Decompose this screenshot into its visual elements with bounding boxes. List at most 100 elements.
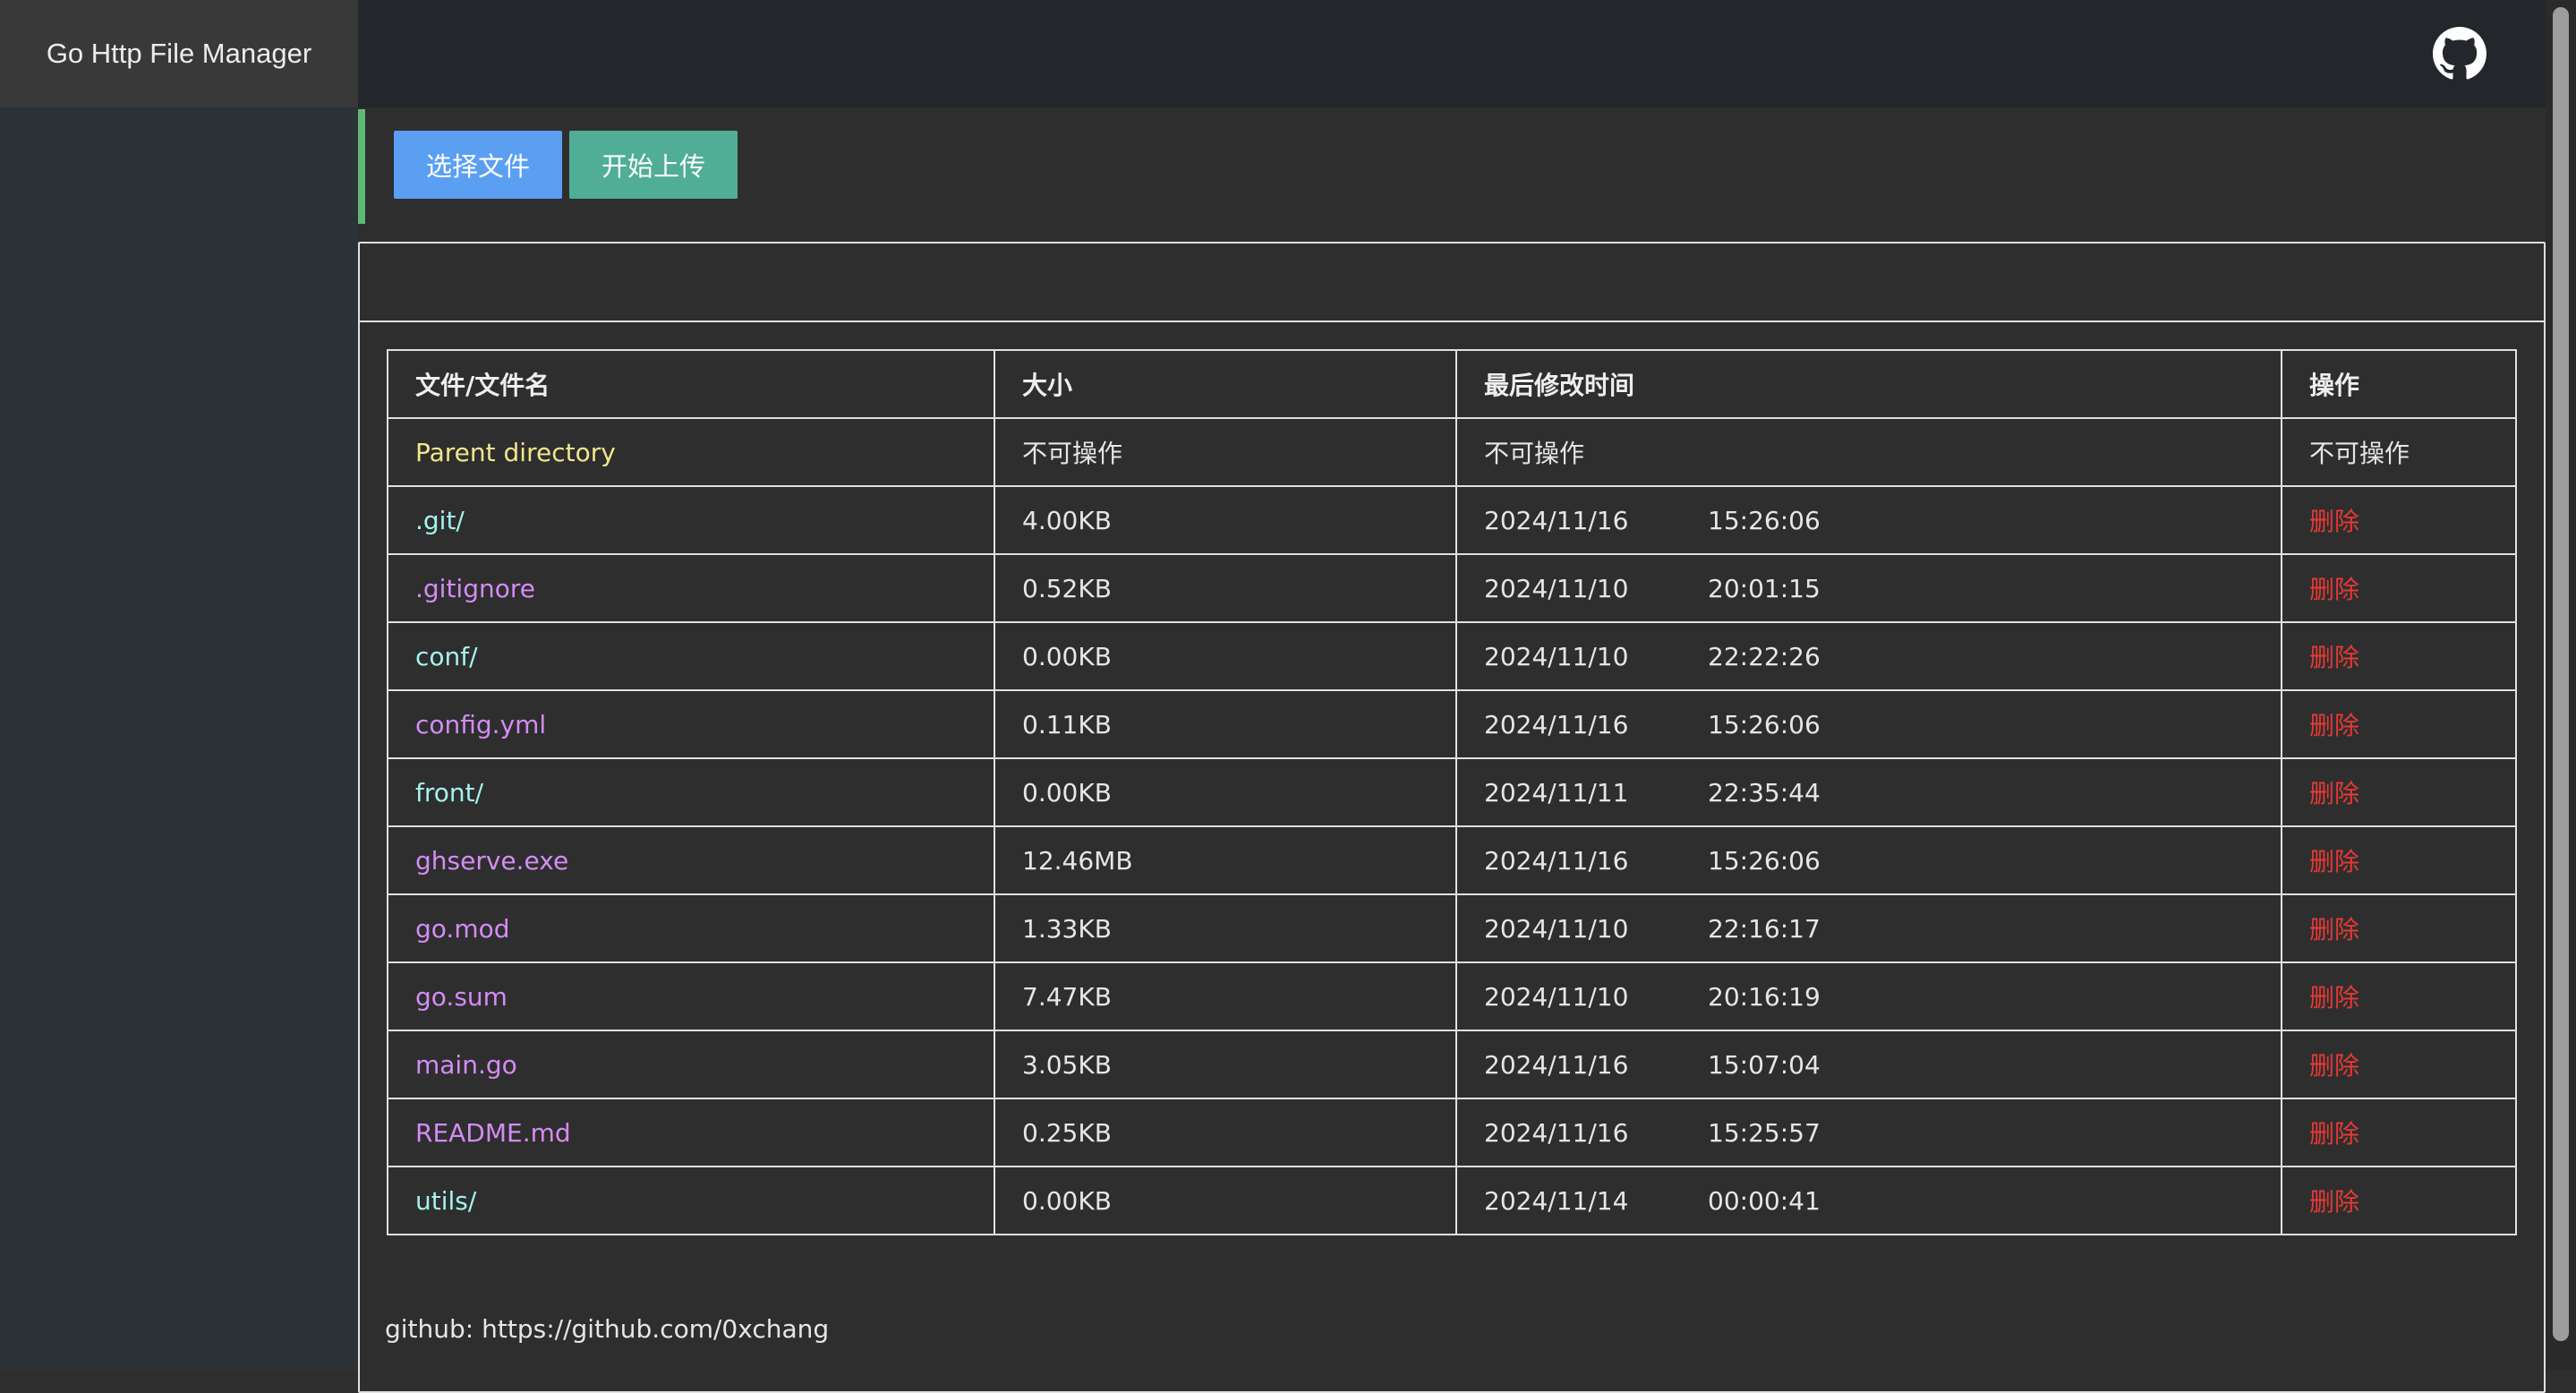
file-modified: 2024/11/16 15:26:06	[1455, 825, 2282, 895]
file-link[interactable]: ghserve.exe	[415, 846, 568, 876]
file-modified: 2024/11/16 15:26:06	[1455, 485, 2282, 555]
file-modified: 2024/11/16 15:07:04	[1455, 1030, 2282, 1099]
file-name[interactable]: .gitignore	[387, 553, 995, 623]
file-size: 不可操作	[994, 417, 1457, 487]
parent-directory-link[interactable]: Parent directory	[415, 438, 616, 467]
sidebar: Go Http File Manager	[0, 0, 358, 1370]
file-name[interactable]: README.md	[387, 1098, 995, 1167]
header-size: 大小	[994, 349, 1457, 419]
app-title[interactable]: Go Http File Manager	[0, 0, 358, 107]
table-row: config.yml 0.11KB 2024/11/16 15:26:06 删除	[387, 689, 2517, 759]
select-file-button[interactable]: 选择文件	[394, 131, 563, 199]
github-icon[interactable]	[2433, 27, 2486, 81]
file-size: 0.11KB	[994, 689, 1457, 759]
file-link[interactable]: go.sum	[415, 982, 508, 1012]
modified-date: 2024/11/16	[1484, 709, 1629, 739]
file-table: 文件/文件名 大小 最后修改时间 操作 Parent directory 不可操…	[387, 349, 2517, 1235]
table-row: go.sum 7.47KB 2024/11/10 20:16:19 删除	[387, 961, 2517, 1031]
scrollbar-thumb[interactable]	[2553, 7, 2569, 1341]
file-action: 删除	[2281, 961, 2517, 1031]
header-modified: 最后修改时间	[1455, 349, 2282, 419]
file-modified: 不可操作	[1455, 417, 2282, 487]
file-link[interactable]: config.yml	[415, 710, 546, 739]
file-name[interactable]: utils/	[387, 1166, 995, 1235]
modified-date: 不可操作	[1484, 439, 1585, 468]
table-header-row: 文件/文件名 大小 最后修改时间 操作	[387, 349, 2517, 419]
file-size: 0.00KB	[994, 757, 1457, 827]
delete-button[interactable]: 删除	[2309, 915, 2359, 944]
file-name[interactable]: .git/	[387, 485, 995, 555]
file-name[interactable]: ghserve.exe	[387, 825, 995, 895]
table-row: utils/ 0.00KB 2024/11/14 00:00:41 删除	[387, 1166, 2517, 1235]
modified-time: 15:26:06	[1708, 505, 1821, 535]
modified-time: 20:01:15	[1708, 573, 1821, 603]
file-size: 0.25KB	[994, 1098, 1457, 1167]
modified-date: 2024/11/16	[1484, 1117, 1629, 1148]
directory-link[interactable]: .git/	[415, 506, 465, 535]
file-modified: 2024/11/16 15:25:57	[1455, 1098, 2282, 1167]
file-name[interactable]: go.mod	[387, 893, 995, 963]
file-size: 0.52KB	[994, 553, 1457, 623]
file-name[interactable]: go.sum	[387, 961, 995, 1031]
table-row: go.mod 1.33KB 2024/11/10 22:16:17 删除	[387, 893, 2517, 963]
delete-button[interactable]: 删除	[2309, 711, 2359, 740]
table-row: .gitignore 0.52KB 2024/11/10 20:01:15 删除	[387, 553, 2517, 623]
file-name[interactable]: config.yml	[387, 689, 995, 759]
file-name[interactable]: Parent directory	[387, 417, 995, 487]
file-action: 删除	[2281, 689, 2517, 759]
table-row: conf/ 0.00KB 2024/11/10 22:22:26 删除	[387, 621, 2517, 691]
file-action: 删除	[2281, 1166, 2517, 1235]
file-modified: 2024/11/10 20:16:19	[1455, 961, 2282, 1031]
file-action: 删除	[2281, 825, 2517, 895]
file-name[interactable]: conf/	[387, 621, 995, 691]
delete-button[interactable]: 删除	[2309, 983, 2359, 1013]
modified-time: 15:26:06	[1708, 845, 1821, 876]
file-action: 删除	[2281, 757, 2517, 827]
modified-date: 2024/11/16	[1484, 505, 1629, 535]
delete-button[interactable]: 删除	[2309, 1119, 2359, 1149]
directory-link[interactable]: conf/	[415, 642, 478, 671]
delete-button[interactable]: 删除	[2309, 643, 2359, 672]
delete-button[interactable]: 删除	[2309, 847, 2359, 876]
footer-github-link[interactable]: github: https://github.com/0xchang	[385, 1314, 829, 1344]
file-action: 删除	[2281, 893, 2517, 963]
delete-button[interactable]: 删除	[2309, 1051, 2359, 1081]
modified-date: 2024/11/10	[1484, 573, 1629, 603]
header-name: 文件/文件名	[387, 349, 995, 419]
directory-link[interactable]: utils/	[415, 1186, 476, 1216]
header-action: 操作	[2281, 349, 2517, 419]
table-row: front/ 0.00KB 2024/11/11 22:35:44 删除	[387, 757, 2517, 827]
file-link[interactable]: main.go	[415, 1050, 517, 1080]
file-action: 删除	[2281, 553, 2517, 623]
file-name[interactable]: front/	[387, 757, 995, 827]
file-size: 1.33KB	[994, 893, 1457, 963]
file-modified: 2024/11/10 20:01:15	[1455, 553, 2282, 623]
file-link[interactable]: README.md	[415, 1118, 571, 1148]
file-modified: 2024/11/10 22:22:26	[1455, 621, 2282, 691]
directory-link[interactable]: front/	[415, 778, 483, 808]
file-action: 删除	[2281, 621, 2517, 691]
file-size: 0.00KB	[994, 1166, 1457, 1235]
start-upload-button[interactable]: 开始上传	[569, 131, 738, 199]
table-row: Parent directory 不可操作 不可操作 不可操作	[387, 417, 2517, 487]
file-modified: 2024/11/11 22:35:44	[1455, 757, 2282, 827]
modified-time: 22:16:17	[1708, 913, 1821, 944]
file-link[interactable]: go.mod	[415, 914, 510, 944]
table-row: .git/ 4.00KB 2024/11/16 15:26:06 删除	[387, 485, 2517, 555]
delete-button[interactable]: 删除	[2309, 779, 2359, 808]
panel-header	[360, 244, 2544, 322]
file-table-body: Parent directory 不可操作 不可操作 不可操作 .git/ 4.…	[387, 417, 2517, 1235]
file-size: 4.00KB	[994, 485, 1457, 555]
delete-button[interactable]: 删除	[2309, 1187, 2359, 1217]
modified-time: 22:35:44	[1708, 777, 1821, 808]
file-modified: 2024/11/16 15:26:06	[1455, 689, 2282, 759]
modified-time: 00:00:41	[1708, 1185, 1821, 1216]
delete-button[interactable]: 删除	[2309, 507, 2359, 536]
modified-date: 2024/11/10	[1484, 641, 1629, 671]
modified-time: 22:22:26	[1708, 641, 1821, 671]
modified-date: 2024/11/16	[1484, 845, 1629, 876]
file-name[interactable]: main.go	[387, 1030, 995, 1099]
page-scrollbar[interactable]	[2546, 0, 2576, 1370]
file-link[interactable]: .gitignore	[415, 574, 535, 603]
delete-button[interactable]: 删除	[2309, 575, 2359, 604]
